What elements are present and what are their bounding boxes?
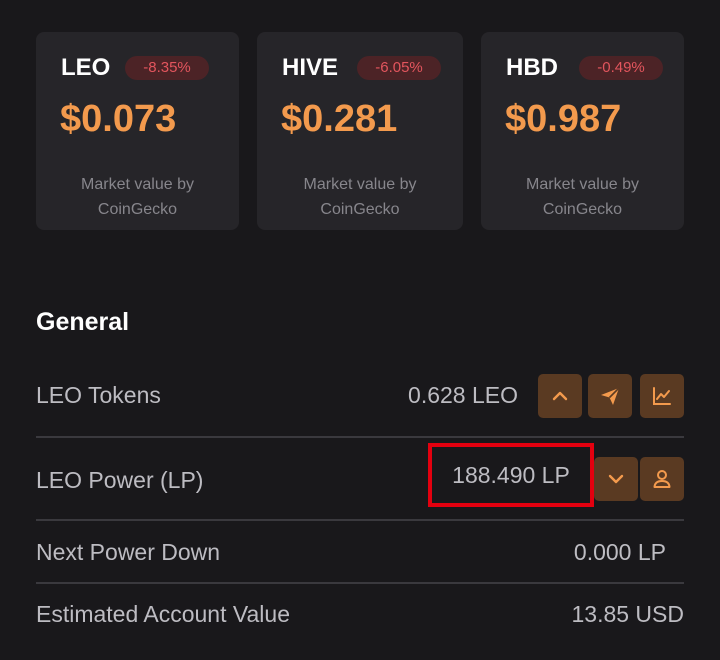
chevron-down-icon (606, 469, 626, 489)
price-change-badge: -8.35% (125, 56, 209, 80)
market-value-note: Market value by CoinGecko (81, 176, 194, 218)
user-icon (651, 468, 673, 490)
market-chart-button[interactable] (640, 374, 684, 418)
price-change-badge: -0.49% (579, 56, 663, 80)
row-value: 0.628 LEO (408, 382, 518, 408)
power-down-button[interactable] (594, 457, 638, 501)
chart-icon (651, 385, 673, 407)
market-value-note: Market value by CoinGecko (303, 176, 417, 218)
row-value: 0.000 LP (573, 539, 666, 565)
ticker-card-hbd: HBD -0.49% $0.987 Market value by CoinGe… (481, 32, 684, 230)
delegate-button[interactable] (640, 457, 684, 501)
row-divider (36, 519, 684, 521)
row-divider (36, 436, 684, 438)
ticker-symbol: LEO (61, 54, 111, 81)
power-up-button[interactable] (538, 374, 582, 418)
ticker-symbol: HIVE (282, 54, 339, 81)
ticker-card-leo: LEO -8.35% $0.073 Market value by CoinGe… (36, 32, 239, 230)
chevron-up-icon (550, 386, 570, 406)
ticker-price: $0.281 (281, 98, 398, 140)
row-label: Estimated Account Value (36, 601, 290, 627)
row-label: LEO Power (LP) (36, 467, 204, 493)
highlight-box: 188.490 LP (428, 443, 594, 507)
row-value: 13.85 USD (571, 601, 684, 627)
ticker-symbol: HBD (506, 54, 558, 81)
ticker-card-hive: HIVE -6.05% $0.281 Market value by CoinG… (257, 32, 463, 230)
general-heading: General (36, 308, 130, 336)
row-label: Next Power Down (36, 539, 221, 565)
ticker-price: $0.073 (60, 98, 177, 140)
price-change-badge: -6.05% (357, 56, 441, 80)
row-divider (36, 582, 684, 584)
leo-tokens-row: LEO Tokens 0.628 LEO (36, 374, 684, 418)
send-icon (599, 385, 621, 407)
row-value: 188.490 LP (452, 461, 570, 488)
transfer-button[interactable] (588, 374, 632, 418)
ticker-price: $0.987 (505, 98, 622, 140)
market-value-note: Market value by CoinGecko (526, 176, 639, 218)
ticker-cards: LEO -8.35% $0.073 Market value by CoinGe… (36, 32, 684, 230)
row-label: LEO Tokens (36, 382, 161, 408)
